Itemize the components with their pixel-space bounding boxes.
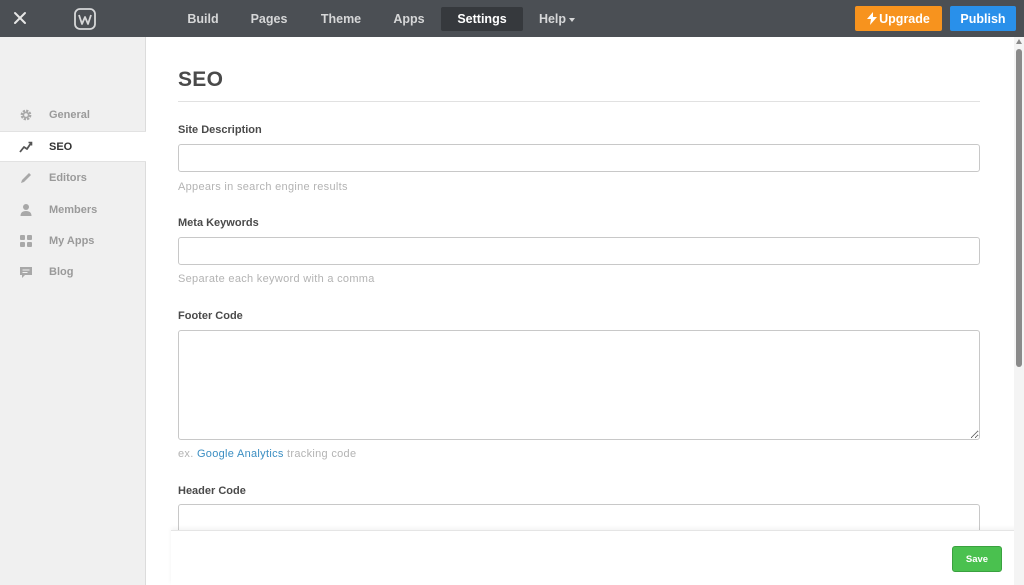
scrollbar-thumb[interactable] xyxy=(1016,49,1022,367)
footer-code-help-suffix: tracking code xyxy=(287,448,357,460)
upgrade-button[interactable]: Upgrade xyxy=(855,6,942,31)
nav-build[interactable]: Build xyxy=(178,7,228,31)
grid-icon xyxy=(19,234,33,248)
top-bar: Build Pages Theme Apps Settings Help Upg… xyxy=(0,0,1024,37)
footer-code-help: ex. Google Analytics tracking code xyxy=(178,448,356,460)
site-description-input[interactable] xyxy=(178,144,980,172)
publish-button[interactable]: Publish xyxy=(950,6,1016,31)
sidebar-item-editors[interactable]: Editors xyxy=(0,162,145,193)
sidebar-item-blog[interactable]: Blog xyxy=(0,256,145,287)
nav-apps[interactable]: Apps xyxy=(386,7,432,31)
meta-keywords-input[interactable] xyxy=(178,237,980,265)
google-analytics-link[interactable]: Google Analytics xyxy=(197,448,284,460)
scroll-up-arrow-icon[interactable] xyxy=(1016,39,1022,44)
title-divider xyxy=(178,101,980,102)
footer-code-textarea[interactable] xyxy=(178,330,980,440)
lightning-icon xyxy=(867,12,878,25)
header-code-label: Header Code xyxy=(178,485,246,497)
site-description-label: Site Description xyxy=(178,124,262,136)
scrollbar[interactable] xyxy=(1014,37,1024,585)
sidebar-item-general[interactable]: General xyxy=(0,99,145,130)
sidebar-item-label: My Apps xyxy=(49,234,95,247)
caret-down-icon xyxy=(569,17,576,22)
nav-theme[interactable]: Theme xyxy=(312,7,370,31)
save-bar: Save xyxy=(171,530,1024,585)
sidebar-item-seo[interactable]: SEO xyxy=(0,131,146,162)
nav-pages[interactable]: Pages xyxy=(242,7,296,31)
sidebar-item-label: General xyxy=(49,108,90,121)
footer-code-help-prefix: ex. xyxy=(178,448,194,460)
close-icon[interactable] xyxy=(11,9,29,27)
comment-icon xyxy=(19,265,33,279)
nav-help[interactable]: Help xyxy=(533,7,581,31)
sidebar-item-label: Blog xyxy=(49,265,74,278)
sidebar-item-label: Members xyxy=(49,203,98,216)
trend-icon xyxy=(19,140,33,154)
meta-keywords-help: Separate each keyword with a comma xyxy=(178,273,375,285)
pencil-icon xyxy=(19,171,33,185)
save-button[interactable]: Save xyxy=(952,546,1002,572)
upgrade-label: Upgrade xyxy=(879,11,930,26)
page-title: SEO xyxy=(178,68,224,91)
person-icon xyxy=(19,203,33,217)
gear-icon xyxy=(19,108,33,122)
weebly-logo-icon[interactable] xyxy=(74,8,96,30)
nav-settings[interactable]: Settings xyxy=(441,7,523,31)
footer-code-label: Footer Code xyxy=(178,310,243,322)
nav-help-label: Help xyxy=(538,12,567,26)
sidebar-item-members[interactable]: Members xyxy=(0,194,145,225)
sidebar-item-label: SEO xyxy=(49,140,73,153)
sidebar-item-my-apps[interactable]: My Apps xyxy=(0,225,145,256)
meta-keywords-label: Meta Keywords xyxy=(178,217,259,229)
settings-sidebar: General SEO Editors Members My Apps Blog xyxy=(0,37,146,585)
site-description-help: Appears in search engine results xyxy=(178,181,348,193)
sidebar-item-label: Editors xyxy=(49,171,87,184)
